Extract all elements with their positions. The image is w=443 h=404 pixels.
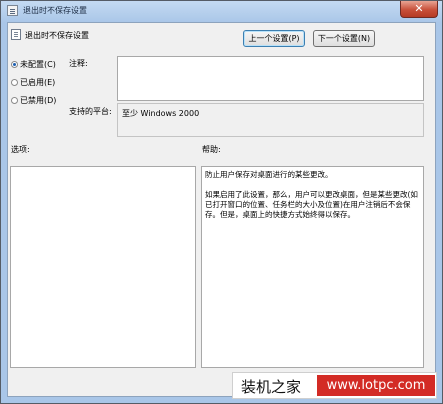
radio-enabled[interactable]: 已启用(E) — [11, 77, 55, 88]
radio-dot — [11, 61, 18, 68]
radio-label: 已启用(E) — [20, 78, 56, 87]
window-title: 退出时不保存设置 — [23, 6, 87, 15]
help-label: 帮助: — [202, 145, 221, 154]
close-button[interactable]: ✕ — [400, 1, 438, 18]
supported-platform-value: 至少 Windows 2000 — [117, 103, 424, 137]
next-setting-button[interactable]: 下一个设置(N) — [313, 30, 375, 47]
comment-textarea[interactable] — [117, 56, 424, 101]
radio-dot — [11, 97, 18, 104]
watermark-site-name: 装机之家 — [241, 378, 302, 396]
dialog-content: 退出时不保存设置 上一个设置(P) 下一个设置(N) 未配置(C) 已启用(E)… — [7, 22, 436, 397]
comment-label: 注释: — [69, 59, 88, 68]
radio-label: 已禁用(D) — [20, 96, 57, 105]
radio-not-configured[interactable]: 未配置(C) — [11, 59, 56, 70]
radio-label: 未配置(C) — [20, 60, 56, 69]
policy-icon — [7, 5, 18, 16]
radio-disabled[interactable]: 已禁用(D) — [11, 95, 56, 106]
title-bar[interactable]: 退出时不保存设置 ✕ — [1, 1, 442, 21]
watermark-url: www.lotpc.com — [317, 375, 435, 396]
dialog-window: 退出时不保存设置 ✕ 退出时不保存设置 上一个设置(P) 下一个设置(N) 未配… — [0, 0, 443, 404]
supported-platform-label: 支持的平台: — [69, 107, 112, 116]
watermark-banner: 装机之家 www.lotpc.com — [232, 372, 437, 399]
help-panel: 防止用户保存对桌面进行的某些更改。 如果启用了此设置，那么，用户可以更改桌面，但… — [201, 166, 424, 368]
setting-icon — [11, 29, 21, 40]
radio-dot — [11, 79, 18, 86]
previous-setting-button[interactable]: 上一个设置(P) — [243, 30, 305, 47]
options-label: 选项: — [11, 145, 30, 154]
setting-name: 退出时不保存设置 — [25, 31, 89, 40]
help-text: 防止用户保存对桌面进行的某些更改。 如果启用了此设置，那么，用户可以更改桌面，但… — [205, 170, 418, 219]
options-panel — [10, 166, 196, 368]
